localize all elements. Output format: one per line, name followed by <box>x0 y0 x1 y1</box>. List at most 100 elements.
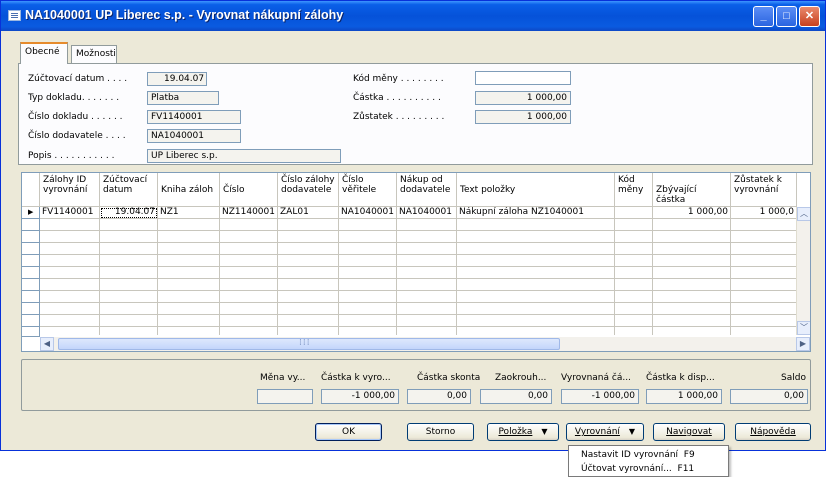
minimize-icon[interactable]: _ <box>753 6 774 27</box>
remaining-label: Zůstatek . . . . . . . . . <box>353 112 445 122</box>
menu-item-set-applies-to-id[interactable]: Nastavit ID vyrovnání F9 <box>581 450 695 460</box>
table-row[interactable] <box>22 219 810 231</box>
apply-menu-button[interactable]: Vyrovnání ▼ <box>566 423 644 441</box>
document-no-field[interactable]: FV1140001 <box>147 110 241 124</box>
entries-grid: Zálohy ID vyrovnání Zúčtovací datum Kniha … <box>21 172 811 352</box>
total-label: Částka k vyro... <box>321 373 391 383</box>
column-header-line: dodavatele <box>281 185 332 195</box>
apply-dropdown-menu: Nastavit ID vyrovnání F9 Účtovat vyrovná… <box>568 445 729 477</box>
window-icon[interactable] <box>8 10 21 21</box>
menu-item-label: Nastavit ID vyrovnání <box>581 450 679 460</box>
description-field[interactable]: UP Liberec s.p. <box>147 149 341 163</box>
column-header-line: datum <box>103 185 133 195</box>
grid-corner <box>22 173 40 207</box>
total-label: Měna vy... <box>260 373 306 383</box>
column-header[interactable]: Kniha záloh <box>158 173 220 207</box>
vendor-no-field[interactable]: NA1040001 <box>147 129 241 143</box>
grid-cell[interactable]: FV1140001 <box>40 207 100 219</box>
column-header-line: vyrovnání <box>43 185 88 195</box>
horizontal-scroll-thumb[interactable] <box>58 338 560 350</box>
column-header-line: věřitele <box>342 185 377 195</box>
grid-cell[interactable]: NZ1140001 <box>220 207 278 219</box>
grid-cell[interactable]: ZAL01 <box>278 207 339 219</box>
column-header[interactable]: Kód měny <box>615 173 653 207</box>
table-row[interactable] <box>22 303 810 315</box>
document-no-label: Číslo dokladu . . . . . . <box>28 112 123 122</box>
line-menu-button[interactable]: Položka ▼ <box>487 423 559 441</box>
column-header-line: Zúčtovací <box>103 175 148 185</box>
column-header-line: dodavatele <box>400 185 451 195</box>
scroll-right-icon[interactable]: ▶ <box>796 337 810 351</box>
tab-general[interactable]: Obecné <box>20 42 68 64</box>
grid-cell[interactable]: 1 000,0 <box>731 207 797 219</box>
dropdown-arrow-icon: ▼ <box>628 427 636 436</box>
table-row[interactable] <box>22 243 810 255</box>
column-header[interactable]: Zúčtovací datum <box>100 173 158 207</box>
table-row[interactable] <box>22 291 810 303</box>
column-header[interactable]: Číslo věřitele <box>339 173 397 207</box>
column-header-line: Zbývající částka <box>656 185 697 205</box>
grid-cell[interactable] <box>615 207 653 219</box>
column-header[interactable]: Zálohy ID vyrovnání <box>40 173 100 207</box>
cancel-button[interactable]: Storno <box>407 423 474 441</box>
grid-cell[interactable]: NA1040001 <box>339 207 397 219</box>
navigate-button-label: Navigovat <box>666 427 712 437</box>
column-header[interactable]: Zbývající částka <box>653 173 731 207</box>
posting-date-field[interactable]: 19.04.07 <box>147 72 207 86</box>
column-header[interactable]: Číslo <box>220 173 278 207</box>
column-header-line: měny <box>618 185 644 195</box>
horizontal-scrollbar[interactable]: ◀ ▶ <box>40 337 810 351</box>
menu-item-label: Účtovat vyrovnání... <box>581 464 672 474</box>
document-type-field[interactable]: Platba <box>147 91 219 105</box>
table-row[interactable] <box>22 255 810 267</box>
row-selector[interactable] <box>22 327 40 337</box>
column-header-line <box>223 175 274 185</box>
apply-menu-label: Vyrovnání <box>574 427 620 437</box>
scroll-down-icon[interactable]: ﹀ <box>797 321 810 335</box>
total-value: 0,00 <box>730 389 808 404</box>
total-label: Vyrovnaná čá... <box>561 373 631 383</box>
scroll-left-icon[interactable]: ◀ <box>40 337 54 351</box>
column-header-line: Kód <box>618 175 635 185</box>
ok-button[interactable]: OK <box>315 423 382 441</box>
column-header[interactable]: Text položky <box>457 173 615 207</box>
table-row[interactable] <box>22 231 810 243</box>
currency-code-field[interactable] <box>475 71 571 85</box>
close-icon[interactable]: ✕ <box>799 6 820 27</box>
navigate-button[interactable]: Navigovat <box>653 423 725 441</box>
total-label: Částka skonta <box>417 373 481 383</box>
grid-cell[interactable]: Nákupní záloha NZ1040001 <box>457 207 615 219</box>
column-header-line: Kniha záloh <box>161 185 214 195</box>
document-type-label: Typ dokladu. . . . . . . <box>28 93 120 103</box>
table-row[interactable] <box>22 279 810 291</box>
grid-cell[interactable]: NA1040001 <box>397 207 457 219</box>
ok-button-label: OK <box>342 427 355 437</box>
line-menu-label: Položka <box>498 427 533 437</box>
grid-cell[interactable]: 1 000,00 <box>653 207 731 219</box>
grid-cell-focused[interactable]: 19.04.07 <box>100 207 158 219</box>
menu-item-post-application[interactable]: Účtovat vyrovnání... F11 <box>581 464 694 474</box>
amount-field[interactable]: 1 000,00 <box>475 91 571 105</box>
dialog-window: NA1040001 UP Liberec s.p. - Vyrovnat nák… <box>0 0 826 451</box>
scroll-up-icon[interactable]: ︿ <box>797 207 810 221</box>
vertical-scrollbar[interactable]: ︿ ﹀ <box>796 207 810 335</box>
help-button-label: Nápověda <box>750 427 796 437</box>
table-row[interactable]: ▶ FV1140001 19.04.07 NZ1 NZ1140001 ZAL01… <box>22 207 810 219</box>
total-value: 1 000,00 <box>646 389 722 404</box>
title-bar[interactable]: NA1040001 UP Liberec s.p. - Vyrovnat nák… <box>1 1 825 31</box>
maximize-icon[interactable]: □ <box>776 6 797 27</box>
row-pointer-icon[interactable]: ▶ <box>22 207 40 219</box>
column-header[interactable]: Nákup od dodavatele <box>397 173 457 207</box>
table-row[interactable] <box>22 315 810 327</box>
total-label: Saldo <box>781 373 806 383</box>
table-row[interactable] <box>22 267 810 279</box>
help-button[interactable]: Nápověda <box>735 423 811 441</box>
tab-options[interactable]: Možnosti <box>71 45 117 63</box>
total-value: -1 000,00 <box>561 389 639 404</box>
column-header[interactable]: Zůstatek k vyrovnání <box>731 173 797 207</box>
vendor-no-label: Číslo dodavatele . . . . <box>28 131 126 141</box>
column-header[interactable]: Číslo zálohy dodavatele <box>278 173 339 207</box>
grid-cell[interactable]: NZ1 <box>158 207 220 219</box>
remaining-field[interactable]: 1 000,00 <box>475 110 571 124</box>
description-label: Popis . . . . . . . . . . . <box>28 151 115 161</box>
